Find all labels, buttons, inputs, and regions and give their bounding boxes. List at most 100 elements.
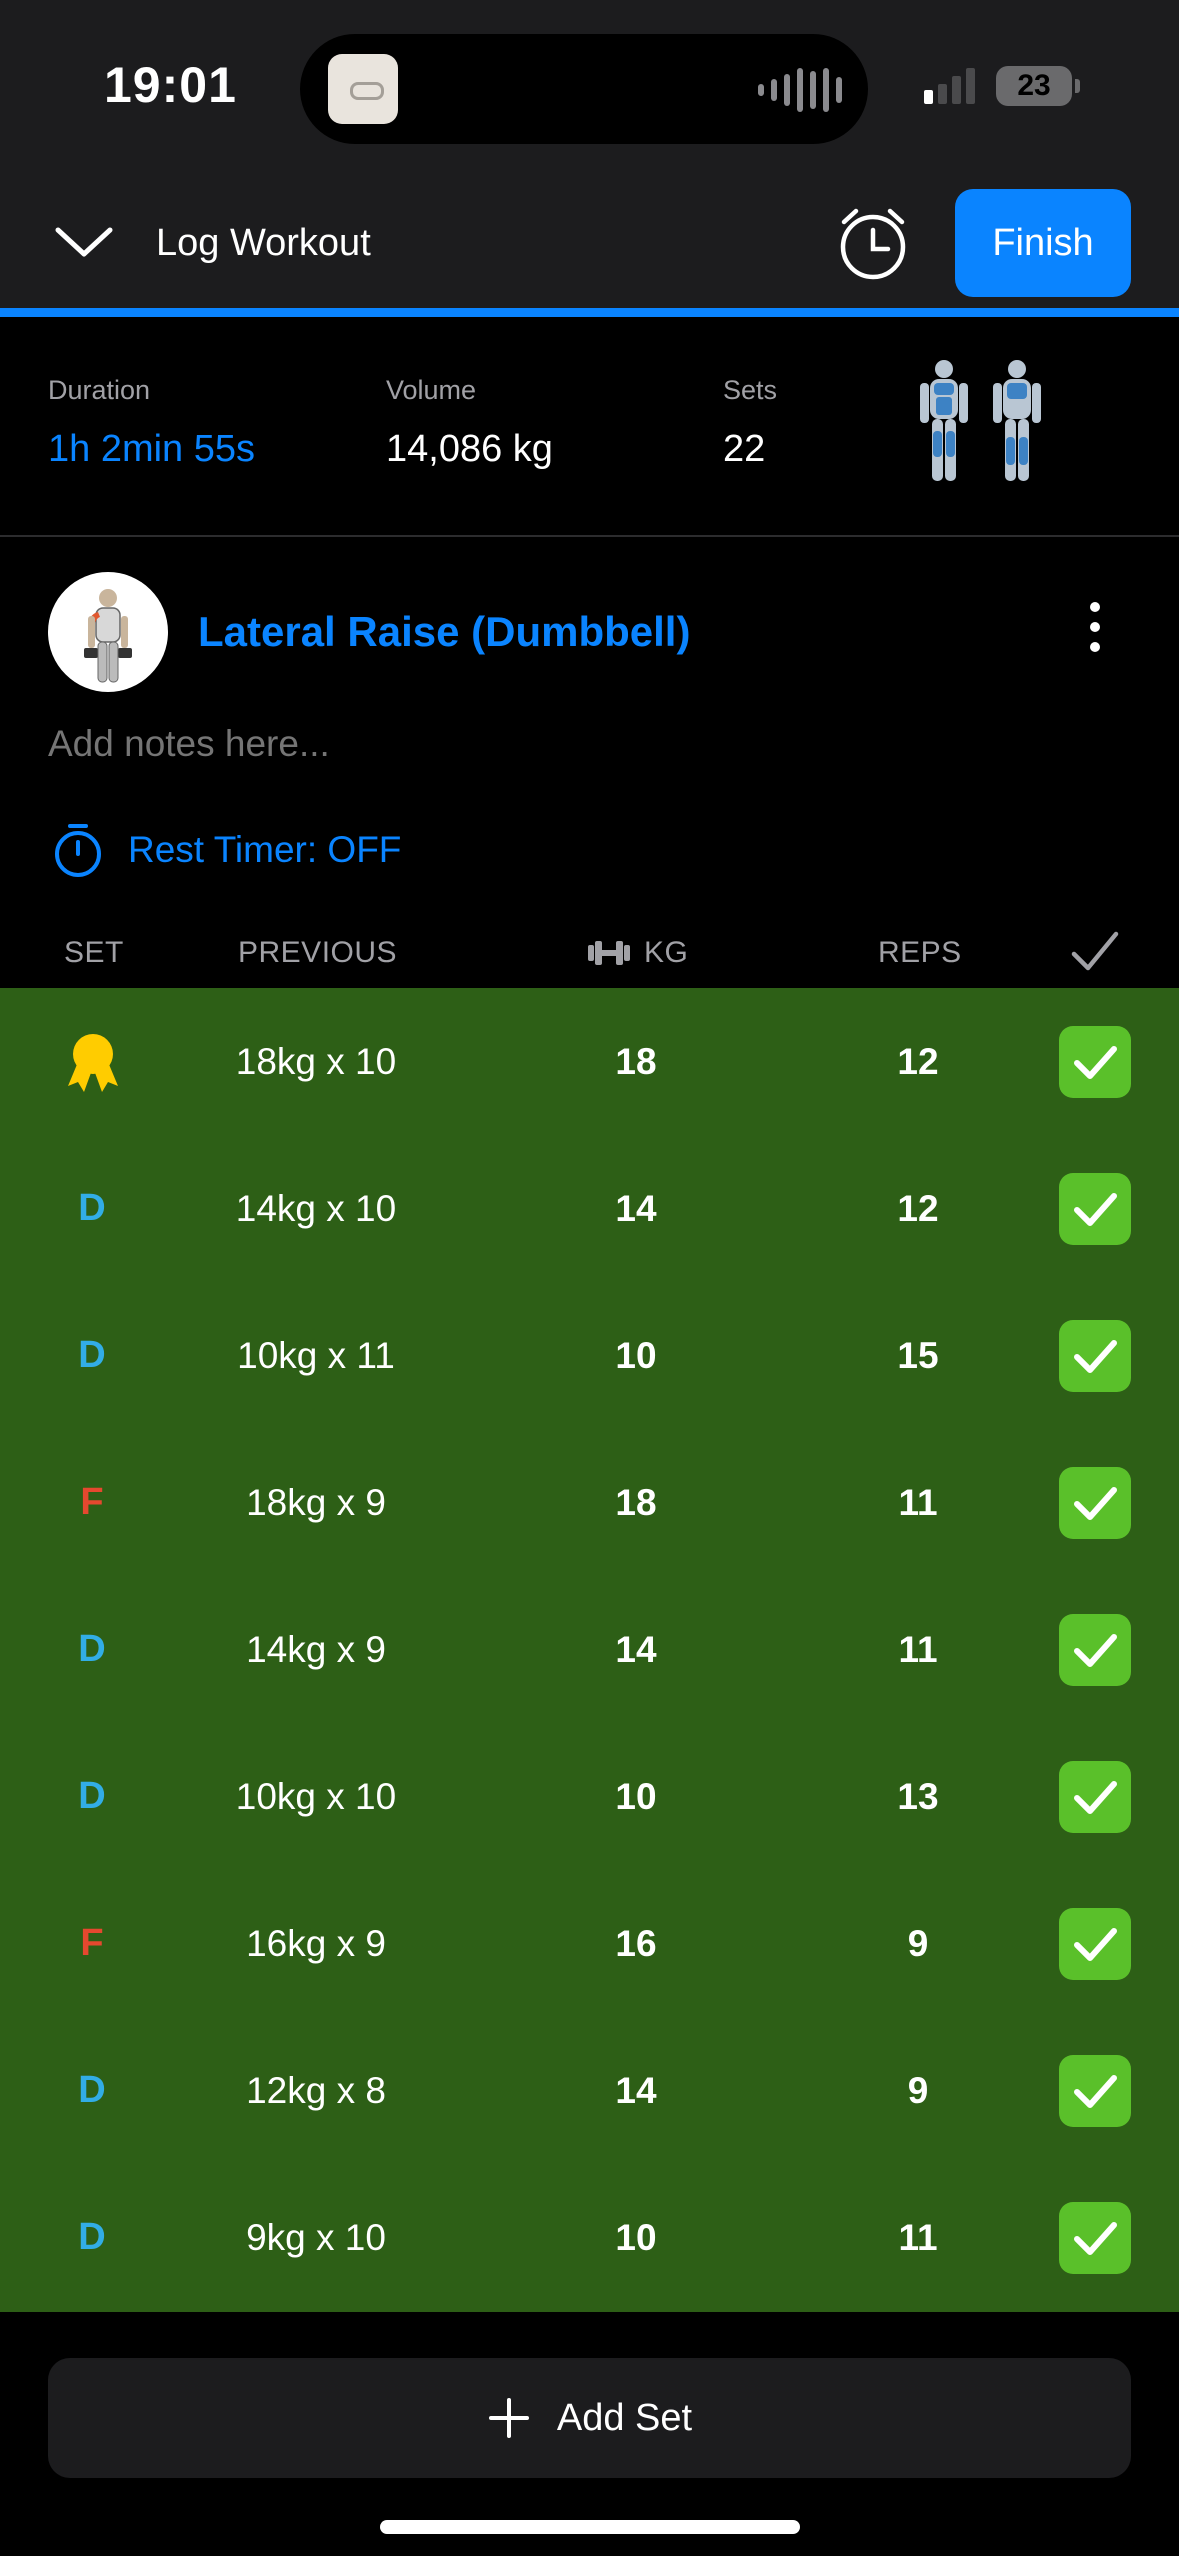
checkmark-icon xyxy=(1074,2075,1117,2108)
reps-input[interactable]: 12 xyxy=(818,988,1018,1135)
chevron-down-icon[interactable] xyxy=(52,210,116,274)
set-row: D 14kg x 9 14 11 xyxy=(0,1576,1179,1723)
dynamic-island xyxy=(300,34,868,144)
previous-value[interactable]: 18kg x 10 xyxy=(176,988,456,1135)
set-row: D 9kg x 10 10 11 xyxy=(0,2164,1179,2311)
exercise-title[interactable]: Lateral Raise (Dumbbell) xyxy=(198,608,690,656)
previous-value[interactable]: 10kg x 10 xyxy=(176,1723,456,1870)
volume-value: 14,086 kg xyxy=(386,428,553,470)
set-row: D 14kg x 10 14 12 xyxy=(0,1135,1179,1282)
kg-input[interactable]: 14 xyxy=(536,1135,736,1282)
workout-progress-bar xyxy=(0,308,1179,317)
kg-input[interactable]: 10 xyxy=(536,1282,736,1429)
reps-input[interactable]: 11 xyxy=(818,1429,1018,1576)
alarm-clock-icon[interactable] xyxy=(830,200,916,286)
checkmark-icon xyxy=(1074,1781,1117,1814)
set-row: D 10kg x 10 10 13 xyxy=(0,1723,1179,1870)
set-complete-checkbox[interactable] xyxy=(1059,2055,1131,2127)
cellular-signal-icon xyxy=(924,66,975,104)
more-vertical-icon[interactable] xyxy=(1072,596,1118,668)
checkmark-icon xyxy=(1074,1928,1117,1961)
volume-stat: Volume 14,086 kg xyxy=(386,375,553,471)
kg-input[interactable]: 18 xyxy=(536,988,736,1135)
volume-label: Volume xyxy=(386,375,477,405)
kg-input[interactable]: 14 xyxy=(536,2017,736,2164)
set-complete-checkbox[interactable] xyxy=(1059,1467,1131,1539)
kg-input[interactable]: 10 xyxy=(536,2164,736,2311)
previous-value[interactable]: 18kg x 9 xyxy=(176,1429,456,1576)
set-complete-checkbox[interactable] xyxy=(1059,1026,1131,1098)
stopwatch-icon xyxy=(55,824,101,877)
exercise-thumbnail[interactable] xyxy=(48,572,168,692)
header-previous: PREVIOUS xyxy=(238,936,398,969)
set-complete-checkbox[interactable] xyxy=(1059,1320,1131,1392)
header-reps: REPS xyxy=(878,936,962,969)
kg-input[interactable]: 18 xyxy=(536,1429,736,1576)
reps-input[interactable]: 9 xyxy=(818,1870,1018,2017)
checkmark-icon xyxy=(1074,1487,1117,1520)
set-row: F 18kg x 9 18 11 xyxy=(0,1429,1179,1576)
checkmark-icon xyxy=(1074,1046,1117,1079)
kg-input[interactable]: 14 xyxy=(536,1576,736,1723)
page-title: Log Workout xyxy=(156,222,371,264)
battery-icon: 23 xyxy=(996,66,1080,106)
finish-button[interactable]: Finish xyxy=(955,189,1131,297)
header-kg-label: KG xyxy=(644,936,689,969)
add-set-label: Add Set xyxy=(556,2396,693,2439)
set-row: F 16kg x 9 16 9 xyxy=(0,1870,1179,2017)
previous-value[interactable]: 14kg x 10 xyxy=(176,1135,456,1282)
reps-input[interactable]: 13 xyxy=(818,1723,1018,1870)
reps-input[interactable]: 11 xyxy=(818,1576,1018,1723)
reps-input[interactable]: 15 xyxy=(818,1282,1018,1429)
rest-timer-button[interactable]: Rest Timer: OFF xyxy=(52,822,401,878)
sets-label: Sets xyxy=(723,375,778,405)
previous-value[interactable]: 9kg x 10 xyxy=(176,2164,456,2311)
kg-input[interactable]: 10 xyxy=(536,1723,736,1870)
set-type-label[interactable]: D xyxy=(42,2164,142,2311)
set-type-label[interactable]: F xyxy=(42,1429,142,1576)
reps-input[interactable]: 9 xyxy=(818,2017,1018,2164)
previous-value[interactable]: 10kg x 11 xyxy=(176,1282,456,1429)
set-row: 18kg x 10 18 12 xyxy=(0,988,1179,1135)
lateral-raise-figure-icon xyxy=(84,589,132,683)
set-complete-checkbox[interactable] xyxy=(1059,2202,1131,2274)
workout-stats: Duration 1h 2min 55s Volume 14,086 kg Se… xyxy=(0,317,1179,537)
medal-icon[interactable] xyxy=(64,1032,122,1094)
set-complete-checkbox[interactable] xyxy=(1059,1173,1131,1245)
sets-stat: Sets 22 xyxy=(723,375,777,471)
dumbbell-icon xyxy=(588,941,630,965)
status-bar: 19:01 23 xyxy=(0,0,1179,180)
set-type-label[interactable]: D xyxy=(42,2017,142,2164)
previous-value[interactable]: 12kg x 8 xyxy=(176,2017,456,2164)
previous-value[interactable]: 14kg x 9 xyxy=(176,1576,456,1723)
audio-waveform-icon xyxy=(758,68,842,112)
set-type-label[interactable]: D xyxy=(42,1576,142,1723)
rest-timer-label: Rest Timer: OFF xyxy=(128,829,402,870)
set-type-label[interactable]: D xyxy=(42,1723,142,1870)
plus-icon xyxy=(488,2398,529,2438)
set-complete-checkbox[interactable] xyxy=(1059,1908,1131,1980)
set-complete-checkbox[interactable] xyxy=(1059,1761,1131,1833)
reps-input[interactable]: 12 xyxy=(818,1135,1018,1282)
duration-label: Duration xyxy=(48,375,151,405)
workout-header: Log Workout Finish xyxy=(0,180,1179,308)
notes-input[interactable] xyxy=(48,716,848,772)
checkmark-icon xyxy=(1074,1193,1117,1226)
previous-value[interactable]: 16kg x 9 xyxy=(176,1870,456,2017)
add-set-button[interactable]: Add Set xyxy=(48,2358,1131,2478)
set-complete-checkbox[interactable] xyxy=(1059,1614,1131,1686)
checkmark-icon xyxy=(1074,1634,1117,1667)
checkmark-icon xyxy=(1074,2222,1117,2255)
set-type-label[interactable]: D xyxy=(42,1282,142,1429)
header-kg: KG xyxy=(586,936,688,970)
reps-input[interactable]: 11 xyxy=(818,2164,1018,2311)
sets-table-header: SET PREVIOUS KG REPS xyxy=(0,924,1179,988)
duration-value: 1h 2min 55s xyxy=(48,428,256,470)
kg-input[interactable]: 16 xyxy=(536,1870,736,2017)
set-type-label[interactable]: D xyxy=(42,1135,142,1282)
muscle-map-icon[interactable] xyxy=(912,357,1052,487)
set-type-label[interactable]: F xyxy=(42,1870,142,2017)
status-time: 19:01 xyxy=(104,57,237,113)
sets-table: 18kg x 10 18 12 D 14kg x 10 14 12 D 10kg x 11 10 1… xyxy=(0,988,1179,2312)
checkmark-icon xyxy=(1074,1340,1117,1373)
